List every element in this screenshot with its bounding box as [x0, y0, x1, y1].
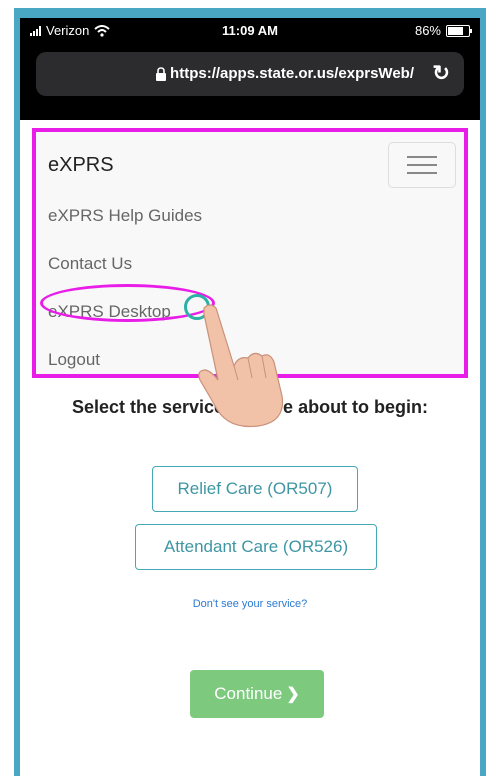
nav-item-help-guides[interactable]: eXPRS Help Guides [48, 206, 202, 226]
hamburger-icon [407, 156, 437, 158]
nav-item-contact-us[interactable]: Contact Us [48, 254, 132, 274]
battery-icon [446, 24, 472, 37]
url-text: https://apps.state.or.us/exprsWeb/ [170, 65, 414, 82]
battery-percent: 86% [414, 23, 441, 38]
continue-button[interactable]: Continue ❯ [190, 670, 324, 718]
battery-level [448, 26, 463, 35]
chevron-right-icon: ❯ [286, 686, 300, 703]
lock-icon [156, 66, 167, 81]
status-bar: Verizon 11:09 AM 86% [20, 18, 480, 44]
nav-item-logout[interactable]: Logout [48, 350, 100, 370]
service-button-relief-care[interactable]: Relief Care (OR507) [152, 466, 358, 512]
service-button-attendant-care[interactable]: Attendant Care (OR526) [135, 524, 377, 570]
help-link[interactable]: Don't see your service? [20, 598, 480, 610]
menu-toggle-button[interactable] [388, 142, 456, 188]
url-display[interactable]: https://apps.state.or.us/exprsWeb/ [155, 65, 414, 82]
browser-toolbar: https://apps.state.or.us/exprsWeb/ ↻ [20, 44, 480, 120]
clock: 11:09 AM [222, 23, 278, 38]
battery-area: 86% [414, 23, 472, 38]
continue-label: Continue [214, 684, 283, 703]
reload-icon[interactable]: ↻ [432, 61, 450, 86]
brand-logo[interactable]: eXPRS [48, 154, 114, 177]
phone-screen: Verizon 11:09 AM 86% https://apps.state.… [20, 18, 480, 776]
pointing-hand-icon [198, 304, 284, 428]
address-bar[interactable]: https://apps.state.or.us/exprsWeb/ ↻ [36, 52, 464, 96]
